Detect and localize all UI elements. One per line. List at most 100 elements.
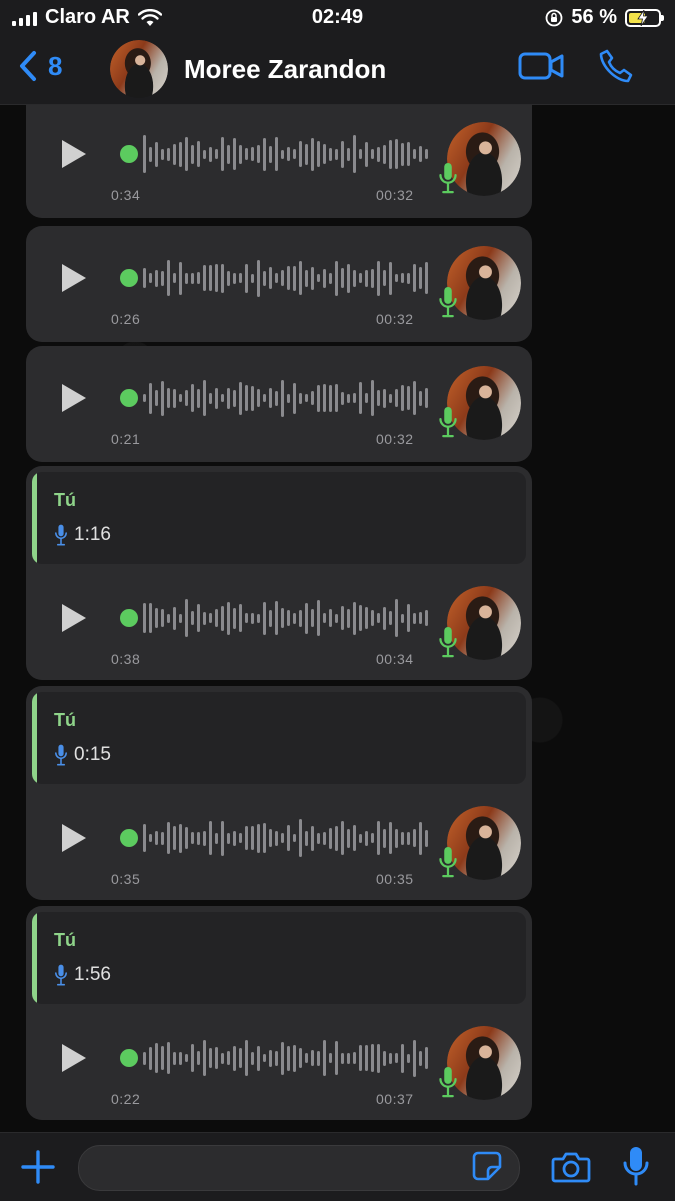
playback-position-dot[interactable]	[120, 1049, 138, 1067]
audio-waveform[interactable]	[120, 252, 428, 304]
waveform-bar	[353, 135, 356, 173]
reply-voice-message-bubble[interactable]: Tú 1:56 0:22 00:37	[26, 906, 532, 1120]
waveform-bar	[215, 1047, 218, 1069]
waveform-bar	[203, 830, 206, 846]
waveform-bar	[185, 827, 188, 849]
waveform-bar	[317, 1050, 320, 1066]
waveform-bar	[227, 601, 230, 635]
waveform-bar	[323, 268, 326, 288]
play-icon[interactable]	[62, 264, 86, 292]
waveform-bar	[395, 599, 398, 637]
voice-note: 0:22 00:37	[26, 1006, 532, 1120]
quoted-message[interactable]: Tú 0:15	[32, 692, 526, 784]
audio-waveform[interactable]	[120, 1032, 428, 1084]
waveform-bar	[185, 272, 188, 284]
phone-icon[interactable]	[598, 48, 634, 84]
waveform-bar	[197, 1051, 200, 1065]
waveform-bar	[245, 385, 248, 411]
waveform-bar	[299, 261, 302, 295]
playback-position-dot[interactable]	[120, 269, 138, 287]
elapsed-time: 0:35	[111, 871, 141, 887]
waveform-bar	[335, 260, 338, 296]
audio-waveform[interactable]	[120, 812, 428, 864]
waveform-bar	[179, 1051, 182, 1065]
elapsed-time: 0:26	[111, 311, 141, 327]
waveform-bar	[269, 267, 272, 289]
sticker-icon[interactable]	[472, 1151, 502, 1181]
microphone-icon	[439, 846, 457, 878]
waveform-bar	[287, 610, 290, 626]
audio-waveform[interactable]	[120, 372, 428, 424]
play-icon[interactable]	[62, 824, 86, 852]
waveform-bar	[341, 268, 344, 288]
waveform-bar	[155, 269, 158, 287]
waveform-bar	[179, 261, 182, 295]
waveform-bar	[425, 1047, 428, 1069]
waveform-bar	[323, 831, 326, 845]
waveform-bar	[281, 1041, 284, 1075]
waveform-bar	[203, 1040, 206, 1076]
play-icon[interactable]	[62, 384, 86, 412]
voice-message-bubble[interactable]: 0:34 00:32	[26, 102, 532, 218]
quote-voice-duration: 1:16	[54, 524, 111, 546]
waveform-bar	[389, 822, 392, 854]
waveform-bar	[251, 147, 254, 161]
waveform-bar	[197, 388, 200, 408]
waveform-bar	[293, 382, 296, 414]
reply-voice-message-bubble[interactable]: Tú 1:16 0:38 00:34	[26, 466, 532, 680]
audio-waveform[interactable]	[120, 128, 428, 180]
camera-icon[interactable]	[551, 1149, 591, 1185]
waveform-bar	[191, 611, 194, 625]
microphone-icon	[55, 744, 67, 766]
waveform-bar	[269, 829, 272, 847]
waveform-bar	[407, 1053, 410, 1063]
waveform-bar	[275, 390, 278, 406]
waveform-bar	[335, 148, 338, 160]
waveform-bar	[401, 613, 404, 623]
contact-name[interactable]: Moree Zarandon	[184, 54, 386, 85]
waveform-bar	[155, 831, 158, 845]
waveform-bar	[317, 274, 320, 282]
video-call-icon[interactable]	[518, 50, 564, 82]
message-input[interactable]	[78, 1145, 520, 1191]
waveform-bar	[299, 1048, 302, 1068]
microphone-icon	[439, 626, 457, 658]
waveform-bar	[359, 273, 362, 283]
waveform-bar	[239, 1048, 242, 1068]
waveform-bar	[395, 389, 398, 407]
waveform-bar	[389, 611, 392, 625]
plus-icon[interactable]	[20, 1149, 56, 1185]
waveform-bar	[335, 384, 338, 412]
waveform-bar	[197, 831, 200, 845]
waveform-bar	[209, 265, 212, 291]
waveform-bar	[329, 384, 332, 412]
quoted-message[interactable]: Tú 1:56	[32, 912, 526, 1004]
playback-position-dot[interactable]	[120, 609, 138, 627]
playback-position-dot[interactable]	[120, 145, 138, 163]
play-icon[interactable]	[62, 140, 86, 168]
microphone-icon[interactable]	[622, 1145, 650, 1187]
waveform-bar	[353, 269, 356, 287]
sender-avatar	[447, 586, 521, 660]
waveform-bar	[191, 1044, 194, 1072]
contact-avatar[interactable]	[110, 40, 168, 98]
waveform-bar	[359, 149, 362, 159]
waveform-bar	[197, 604, 200, 632]
back-button[interactable]: 8	[18, 50, 62, 82]
waveform-bar	[335, 1041, 338, 1075]
voice-message-bubble[interactable]: 0:21 00:32	[26, 346, 532, 462]
reply-voice-message-bubble[interactable]: Tú 0:15 0:35 00:35	[26, 686, 532, 900]
sender-avatar	[447, 1026, 521, 1100]
quote-author: Tú	[54, 710, 76, 730]
playback-position-dot[interactable]	[120, 829, 138, 847]
quoted-message[interactable]: Tú 1:16	[32, 472, 526, 564]
play-icon[interactable]	[62, 1044, 86, 1072]
waveform-bar	[341, 391, 344, 405]
waveform-bar	[419, 267, 422, 289]
play-icon[interactable]	[62, 604, 86, 632]
waveform-bar	[239, 604, 242, 632]
waveform-bar	[341, 1052, 344, 1064]
playback-position-dot[interactable]	[120, 389, 138, 407]
voice-message-bubble[interactable]: 0:26 00:32	[26, 226, 532, 342]
audio-waveform[interactable]	[120, 592, 428, 644]
